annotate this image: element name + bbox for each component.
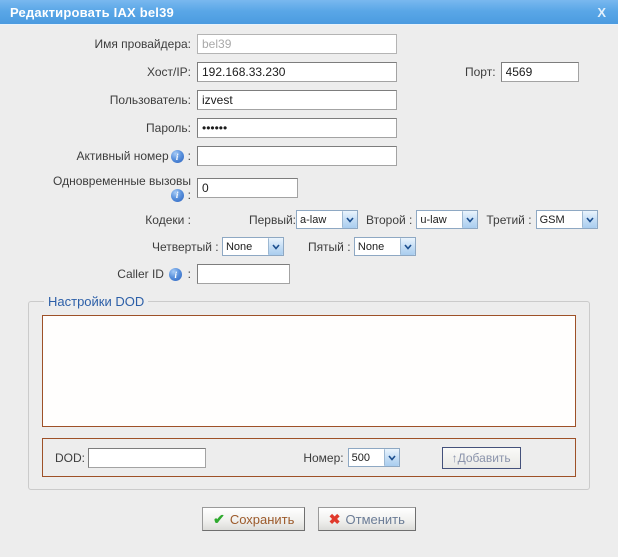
chevron-down-icon [462, 211, 477, 228]
codec-fifth-select[interactable]: None [354, 237, 416, 256]
simultaneous-calls-colon: : [188, 188, 191, 202]
dod-input[interactable] [88, 448, 206, 468]
password-label: Пароль: [0, 121, 197, 135]
active-number-label: Активный номерi: [0, 149, 197, 163]
save-button-label: Сохранить [230, 512, 295, 527]
dialog-title: Редактировать IAX bel39 [10, 5, 174, 20]
codec-third-label: Третий : [486, 213, 531, 227]
active-number-input[interactable] [197, 146, 397, 166]
username-row: Пользователь: [0, 90, 618, 110]
chevron-down-icon [268, 238, 283, 255]
simultaneous-calls-row: Одновременные вызовы i: [0, 174, 618, 202]
port-label: Порт: [465, 65, 496, 79]
dod-number-value: 500 [349, 452, 384, 464]
codec-fourth-label: Четвертый : [152, 240, 219, 254]
save-button[interactable]: ✔ Сохранить [202, 507, 305, 531]
dod-settings-legend: Настройки DOD [44, 294, 148, 309]
caller-id-colon: : [188, 267, 191, 281]
codec-fifth-label: Пятый : [308, 240, 351, 254]
password-row: Пароль: [0, 118, 618, 138]
provider-name-label: Имя провайдера: [0, 37, 197, 51]
caller-id-row: Caller ID i : [0, 264, 618, 284]
caller-id-label-text: Caller ID [117, 267, 164, 281]
cancel-button-label: Отменить [346, 512, 405, 527]
codec-fifth-value: None [355, 241, 400, 253]
caller-id-input[interactable] [197, 264, 290, 284]
provider-form: Имя провайдера: Хост/IP: Порт: Пользоват… [0, 25, 618, 531]
codec-first-value: a-law [297, 214, 342, 226]
codec-fourth-select[interactable]: None [222, 237, 284, 256]
check-icon: ✔ [213, 511, 225, 528]
username-label: Пользователь: [0, 93, 197, 107]
dod-list-box[interactable] [42, 315, 576, 427]
dod-add-bar: DOD: Номер: 500 ↑Добавить [42, 438, 576, 477]
close-icon[interactable]: X [595, 5, 608, 20]
dod-settings-fieldset: Настройки DOD DOD: Номер: 500 ↑Добавить [28, 294, 590, 490]
codec-third-select[interactable]: GSM [536, 210, 598, 229]
dod-number-select[interactable]: 500 [348, 448, 400, 467]
active-number-label-text: Активный номер [77, 149, 169, 163]
codec-first-label: Первый: [249, 213, 296, 227]
caller-id-label: Caller ID i : [0, 267, 197, 281]
chevron-down-icon [582, 211, 597, 228]
dod-number-label: Номер: [303, 451, 343, 465]
codecs-row-1: Кодеки : Первый: a-law Второй : u-law Тр… [0, 210, 618, 229]
chevron-down-icon [342, 211, 357, 228]
port-input[interactable] [501, 62, 579, 82]
simultaneous-calls-input[interactable] [197, 178, 298, 198]
simultaneous-calls-label: Одновременные вызовы i: [0, 174, 197, 202]
dialog-titlebar: Редактировать IAX bel39 X [0, 0, 618, 25]
host-input[interactable] [197, 62, 397, 82]
username-input[interactable] [197, 90, 397, 110]
codec-second-select[interactable]: u-law [416, 210, 478, 229]
dod-label: DOD: [55, 451, 85, 465]
dod-add-button[interactable]: ↑Добавить [442, 447, 521, 469]
chevron-down-icon [384, 449, 399, 466]
dialog-footer: ✔ Сохранить ✖ Отменить [0, 507, 618, 531]
simultaneous-calls-label-text: Одновременные вызовы [53, 174, 191, 188]
chevron-down-icon [400, 238, 415, 255]
codecs-row-2: Четвертый : None Пятый : None [0, 237, 618, 256]
edit-iax-provider-dialog: Редактировать IAX bel39 X Имя провайдера… [0, 0, 618, 557]
info-icon: i [171, 150, 184, 163]
provider-name-input[interactable] [197, 34, 397, 54]
host-label: Хост/IP: [0, 65, 197, 79]
info-icon: i [169, 268, 182, 281]
codec-fourth-value: None [223, 241, 268, 253]
codec-first-select[interactable]: a-law [296, 210, 358, 229]
codecs-label: Кодеки : [0, 213, 197, 227]
active-number-colon: : [188, 149, 191, 163]
cross-icon: ✖ [329, 511, 341, 528]
info-icon: i [171, 189, 184, 202]
codec-second-value: u-law [417, 214, 462, 226]
host-port-row: Хост/IP: Порт: [0, 62, 618, 82]
codec-third-value: GSM [537, 214, 582, 226]
password-input[interactable] [197, 118, 397, 138]
active-number-row: Активный номерi: [0, 146, 618, 166]
codec-second-label: Второй : [366, 213, 412, 227]
provider-name-row: Имя провайдера: [0, 34, 618, 54]
cancel-button[interactable]: ✖ Отменить [318, 507, 416, 531]
